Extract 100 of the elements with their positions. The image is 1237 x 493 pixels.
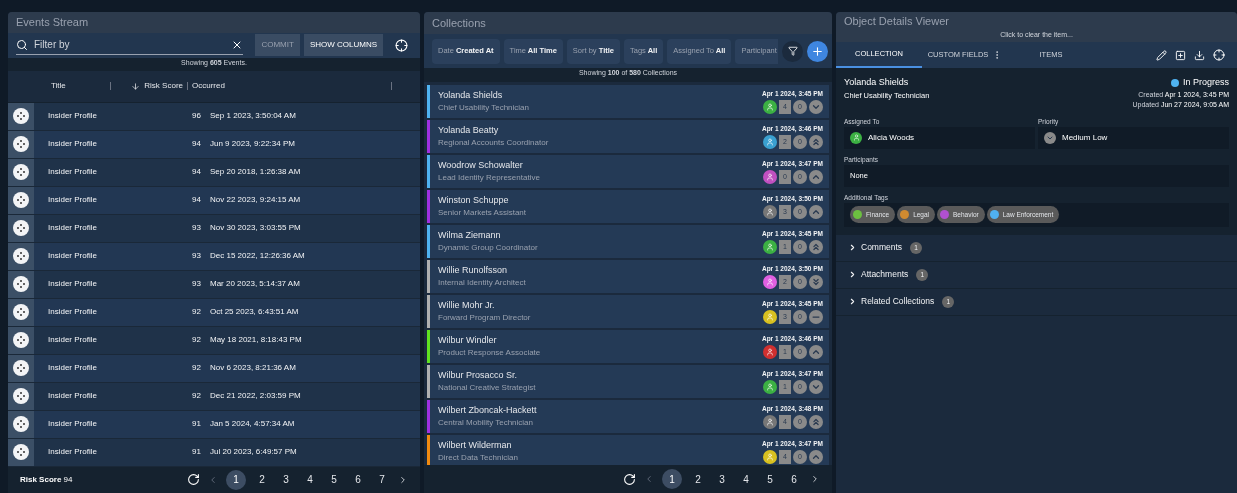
page-button[interactable]: 2 xyxy=(690,469,706,489)
table-cell-text: Insider Profile xyxy=(47,194,98,207)
table-cell-text: Insider Profile xyxy=(47,166,98,179)
footer-summary: Risk Score 94 xyxy=(20,473,73,486)
search-icon xyxy=(16,38,28,51)
assigned-field[interactable]: Alicia Woods xyxy=(844,126,1035,149)
collection-name: Willie Runolfsson xyxy=(438,264,509,277)
table-cell-text: Insider Profile xyxy=(47,362,98,375)
table-cell-text: Nov 6 2023, 8:21:36 AM xyxy=(210,362,297,375)
move-icon xyxy=(13,332,29,349)
table-cell-text: 92 xyxy=(191,390,202,403)
collection-role: Dynamic Group Coordinator xyxy=(438,242,539,254)
page-button[interactable]: 5 xyxy=(326,469,342,490)
page-button[interactable]: 4 xyxy=(302,469,318,490)
table-cell-text: May 18 2021, 8:18:43 PM xyxy=(210,334,303,347)
collection-role: Chief Usability Technician xyxy=(438,102,530,114)
move-icon xyxy=(13,108,29,125)
event-row[interactable]: Insider Profile 92 May 18 2021, 8:18:43 PM xyxy=(8,326,420,355)
page-button[interactable]: 1 xyxy=(662,469,682,489)
status-label: In Progress xyxy=(1182,76,1229,89)
collection-name: Winston Schuppe xyxy=(438,194,510,207)
table-cell-text: Insider Profile xyxy=(47,418,98,431)
event-row[interactable]: Insider Profile 92 Dec 21 2022, 2:03:59 PM xyxy=(8,382,420,411)
page-button[interactable]: 3 xyxy=(278,469,294,490)
collection-role: Senior Markets Assistant xyxy=(438,207,528,219)
move-icon xyxy=(13,444,29,461)
collection-name: Wilbur Windler xyxy=(438,334,498,347)
page-button[interactable]: 1 xyxy=(226,469,246,490)
event-row[interactable]: Insider Profile 93 Mar 20 2023, 5:14:37 AM xyxy=(8,270,420,299)
target-icon[interactable] xyxy=(395,38,408,52)
move-icon xyxy=(13,248,29,265)
collection-name: Willie Mohr Jr. xyxy=(438,299,496,312)
event-row[interactable]: Insider Profile 94 Sep 20 2018, 1:26:38 AM xyxy=(8,158,420,187)
detail-name: Yolanda Shields xyxy=(844,76,910,89)
page-button[interactable]: 3 xyxy=(714,469,730,489)
add-icon[interactable] xyxy=(807,40,828,62)
table-cell-text: Dec 15 2022, 12:26:36 AM xyxy=(210,250,306,263)
column-header[interactable]: Title xyxy=(8,80,110,93)
collection-name: Yolanda Shields xyxy=(438,89,504,102)
event-row[interactable]: Insider Profile 93 Dec 15 2022, 12:26:36 AM xyxy=(8,242,420,271)
filter-input[interactable]: Filter by xyxy=(34,37,226,53)
move-icon xyxy=(13,360,29,377)
move-icon xyxy=(13,192,29,209)
refresh-icon[interactable] xyxy=(623,472,636,486)
panel-title: Object Details Viewer xyxy=(844,14,950,29)
priority-field[interactable]: Medium Low xyxy=(1038,126,1229,149)
table-cell-text: 94 xyxy=(191,194,202,207)
next-page-icon[interactable] xyxy=(398,474,408,485)
collection-role: Product Response Associate xyxy=(438,347,542,359)
event-row[interactable]: Insider Profile 92 Oct 25 2023, 6:43:51 AM xyxy=(8,298,420,327)
table-cell-text: Nov 30 2023, 3:03:55 PM xyxy=(210,222,302,235)
table-cell-text: Jan 5 2024, 4:57:34 AM xyxy=(210,418,296,431)
collection-role: Central Mobility Technician xyxy=(438,417,534,429)
table-cell-text: Dec 21 2022, 2:03:59 PM xyxy=(210,390,302,403)
add-item-icon[interactable] xyxy=(1175,49,1186,61)
move-icon xyxy=(13,304,29,321)
filter-field[interactable]: Filter by xyxy=(16,35,244,56)
collection-role: Direct Data Technician xyxy=(438,452,519,464)
table-cell-text: Insider Profile xyxy=(47,278,98,291)
table-cell-text: 93 xyxy=(191,250,202,263)
column-header[interactable]: Occurred xyxy=(188,80,391,93)
page-button[interactable]: 5 xyxy=(762,469,778,489)
move-icon xyxy=(13,136,29,153)
collection-role: Regional Accounts Coordinator xyxy=(438,137,550,149)
event-row[interactable]: Insider Profile 91 Jul 20 2023, 6:49:57 PM xyxy=(8,438,420,467)
panel-title: Collections xyxy=(424,12,832,34)
edit-icon[interactable] xyxy=(1156,49,1167,61)
refresh-icon[interactable] xyxy=(187,473,200,487)
filter-icon[interactable] xyxy=(782,40,803,62)
next-page-icon[interactable] xyxy=(810,474,820,484)
page-button[interactable]: 6 xyxy=(786,469,802,489)
page-button[interactable]: 2 xyxy=(254,469,270,490)
event-row[interactable]: Insider Profile 93 Nov 30 2023, 3:03:55 PM xyxy=(8,214,420,243)
table-cell-text: 96 xyxy=(191,110,202,123)
event-row[interactable]: Insider Profile 94 Jun 9 2023, 9:22:34 PM xyxy=(8,130,420,159)
event-row[interactable]: Insider Profile 94 Nov 22 2023, 9:24:15 AM xyxy=(8,186,420,215)
event-row[interactable]: Insider Profile 96 Sep 1 2023, 3:50:04 AM xyxy=(8,102,420,131)
move-icon xyxy=(13,164,29,181)
collection-name: Wilbert Wilderman xyxy=(438,439,513,452)
show-columns-button[interactable]: SHOW COLUMNS xyxy=(303,34,383,57)
page-button[interactable]: 7 xyxy=(374,469,390,490)
column-header[interactable]: Risk Score xyxy=(111,80,187,93)
table-cell-text: Nov 22 2023, 9:24:15 AM xyxy=(210,194,302,207)
table-cell-text: Insider Profile xyxy=(47,390,98,403)
table-cell-text: Insider Profile xyxy=(47,446,98,459)
priority-icon xyxy=(1044,131,1056,144)
table-cell-text: 92 xyxy=(191,362,202,375)
table-cell-text: 93 xyxy=(191,278,202,291)
event-row[interactable]: Insider Profile 92 Nov 6 2023, 8:21:36 AM xyxy=(8,354,420,383)
collection-role: Forward Program Director xyxy=(438,312,532,324)
event-row[interactable]: Insider Profile 91 Jan 5 2024, 4:57:34 AM xyxy=(8,410,420,439)
avatar-icon xyxy=(850,131,862,144)
chevron-icon xyxy=(848,243,857,252)
page-button[interactable]: 6 xyxy=(350,469,366,490)
download-icon[interactable] xyxy=(1194,49,1205,61)
chevron-icon xyxy=(848,297,857,306)
collection-role: Internal Identity Architect xyxy=(438,277,527,289)
table-cell-text: Insider Profile xyxy=(47,306,98,319)
target-icon[interactable] xyxy=(1213,49,1225,61)
page-button[interactable]: 4 xyxy=(738,469,754,489)
